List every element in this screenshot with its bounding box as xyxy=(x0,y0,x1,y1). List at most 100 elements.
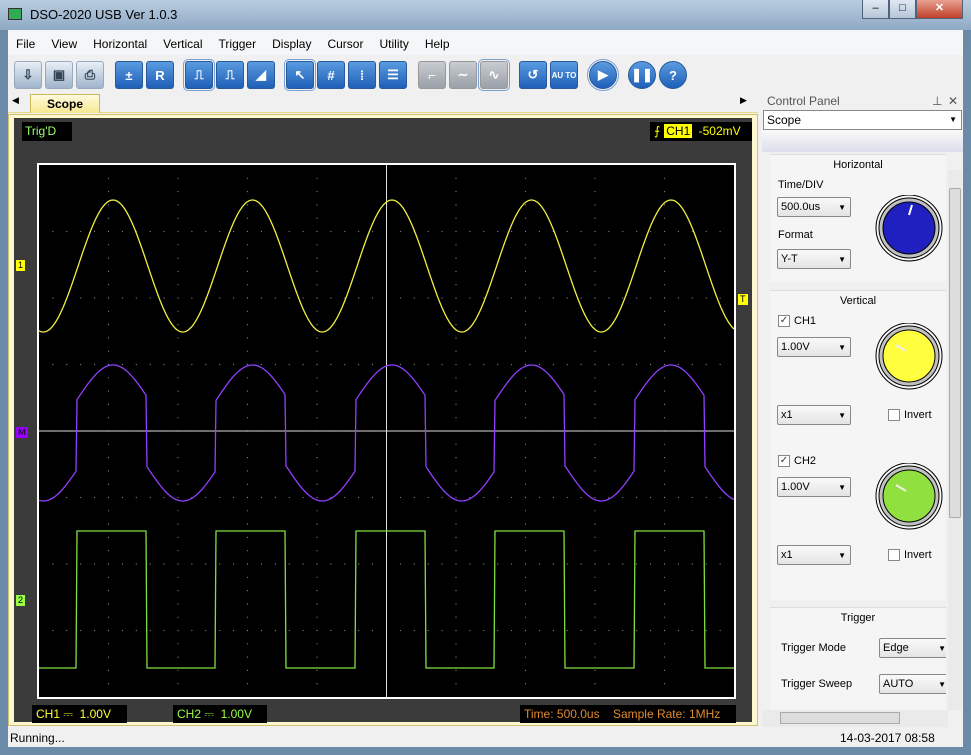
ch2-volts-select[interactable]: 1.00V ▼ xyxy=(777,477,851,497)
menu-horizontal[interactable]: Horizontal xyxy=(85,30,155,51)
ch2-volts-knob[interactable] xyxy=(874,463,944,533)
ch2-marker[interactable]: 2 xyxy=(16,595,26,606)
horizontal-cursor-button[interactable]: ☰ xyxy=(379,61,407,89)
menu-display[interactable]: Display xyxy=(264,30,319,51)
menu-help[interactable]: Help xyxy=(417,30,458,51)
tab-scroll-left-icon[interactable]: ◀ xyxy=(12,95,19,106)
trigger-mode-select[interactable]: Edge ▼ xyxy=(879,638,946,658)
grid-dot xyxy=(107,350,110,352)
grid-dot xyxy=(524,550,527,552)
time-div-knob[interactable] xyxy=(874,195,944,265)
ch2-invert-checkbox[interactable] xyxy=(888,549,900,561)
reference-icon: R xyxy=(155,67,165,83)
menu-vertical[interactable]: Vertical xyxy=(155,30,210,51)
grid-dot xyxy=(663,244,666,246)
grid-dot xyxy=(455,629,457,632)
toolbar: ⇩ ▣ ⎙ ± R ⎍ ⎍ ◢ ↖ # ⁞ ☰ ⌐ ∼ ∿ ↺ AU TO ▶ ❚❚? xyxy=(14,58,764,92)
auto-button[interactable]: AU TO xyxy=(550,61,578,89)
trigger-marker[interactable]: T xyxy=(738,294,748,305)
open-button[interactable]: ⇩ xyxy=(14,61,42,89)
grid-button[interactable]: # xyxy=(317,61,345,89)
tab-scope[interactable]: Scope xyxy=(30,94,100,113)
help-button[interactable]: ? xyxy=(659,61,687,89)
menu-file[interactable]: File xyxy=(8,30,43,51)
grid-dot xyxy=(94,496,96,499)
grid-dot xyxy=(316,523,318,525)
trigger-sweep-select[interactable]: AUTO ▼ xyxy=(879,674,946,694)
pin-icon[interactable]: ⊥ xyxy=(932,92,942,110)
grid-dot xyxy=(524,656,527,658)
grid-dot xyxy=(177,483,179,485)
pulse-button[interactable]: ⎍ xyxy=(183,59,215,91)
ch2-probe-select[interactable]: x1 ▼ xyxy=(777,545,851,565)
grid-dot xyxy=(274,629,276,632)
grid-dot xyxy=(149,230,151,233)
grid-dot xyxy=(663,177,666,179)
grid-dot xyxy=(260,496,262,499)
trigger-level: -502mV xyxy=(698,124,741,138)
reference-button[interactable]: R xyxy=(146,61,174,89)
grid-dot xyxy=(524,350,527,352)
grid-dot xyxy=(566,230,568,233)
grid-dot xyxy=(455,377,457,379)
format-select[interactable]: Y-T ▼ xyxy=(777,249,851,269)
sine-button[interactable]: ∿ xyxy=(478,59,510,91)
ch1-probe-select[interactable]: x1 ▼ xyxy=(777,405,851,425)
grid-dot xyxy=(121,496,123,499)
grid-dot xyxy=(344,563,346,565)
maximize-button[interactable]: □ xyxy=(889,0,916,19)
tab-scroll-right-icon[interactable]: ▶ xyxy=(740,95,747,106)
trigger-group: Trigger Trigger Mode Edge ▼ Trigger Sweep… xyxy=(770,607,946,710)
grid-dot xyxy=(469,629,471,632)
menu-view[interactable]: View xyxy=(43,30,85,51)
math-marker[interactable]: M xyxy=(16,427,28,438)
pointer-button[interactable]: ↖ xyxy=(284,59,316,91)
save-icon: ▣ xyxy=(52,67,66,82)
menu-utility[interactable]: Utility xyxy=(371,30,416,51)
ch1-volts-knob[interactable] xyxy=(874,323,944,393)
ramp-button[interactable]: ◢ xyxy=(247,61,275,89)
reset-button[interactable]: ↺ xyxy=(519,61,547,89)
panel-close-icon[interactable]: ✕ xyxy=(948,92,958,110)
time-div-select[interactable]: 500.0us ▼ xyxy=(777,197,851,217)
wave-button[interactable]: ∼ xyxy=(449,61,477,89)
run-button[interactable]: ▶ xyxy=(587,59,619,91)
save-button[interactable]: ▣ xyxy=(45,61,73,89)
close-button[interactable]: ✕ xyxy=(916,0,963,19)
grid-dot xyxy=(455,576,457,578)
ch1-volts-select[interactable]: 1.00V ▼ xyxy=(777,337,851,357)
grid-dot xyxy=(622,629,624,632)
grid-dot xyxy=(316,324,318,326)
grid-dot xyxy=(455,510,457,512)
grid-dot xyxy=(524,390,527,392)
grid-dot xyxy=(524,177,527,179)
minimize-button[interactable]: ‒ xyxy=(862,0,889,19)
grid-dot xyxy=(469,297,471,299)
waveform-display xyxy=(37,163,736,699)
grid-dot xyxy=(413,629,415,632)
vertical-cursor-button[interactable]: ⁞ xyxy=(348,61,376,89)
ch2-checkbox[interactable]: ✓ xyxy=(778,455,790,467)
grid-dot xyxy=(246,603,249,605)
grid-dot xyxy=(177,643,179,645)
pause-button[interactable]: ❚❚ xyxy=(628,61,656,89)
ch1-invert-checkbox[interactable] xyxy=(888,409,900,421)
grid-dot xyxy=(663,257,666,259)
grid-dot xyxy=(594,550,596,552)
pulse-dotted-button[interactable]: ⎍ xyxy=(216,61,244,89)
menu-cursor[interactable]: Cursor xyxy=(319,30,371,51)
grid-dot xyxy=(316,350,318,352)
math-button[interactable]: ± xyxy=(115,61,143,89)
grid-dot xyxy=(663,310,666,312)
grid-dot xyxy=(427,230,429,233)
grid-dot xyxy=(107,177,110,179)
step-button[interactable]: ⌐ xyxy=(418,61,446,89)
panel-view-select[interactable]: Scope ▼ xyxy=(763,110,962,130)
print-button[interactable]: ⎙ xyxy=(76,61,104,89)
panel-horizontal-scrollbar[interactable] xyxy=(762,710,948,727)
ch1-checkbox[interactable]: ✓ xyxy=(778,315,790,327)
menu-trigger[interactable]: Trigger xyxy=(211,30,265,51)
panel-vertical-scrollbar[interactable] xyxy=(948,170,962,710)
grid-dot xyxy=(219,629,221,632)
ch1-marker[interactable]: 1 xyxy=(16,260,26,271)
